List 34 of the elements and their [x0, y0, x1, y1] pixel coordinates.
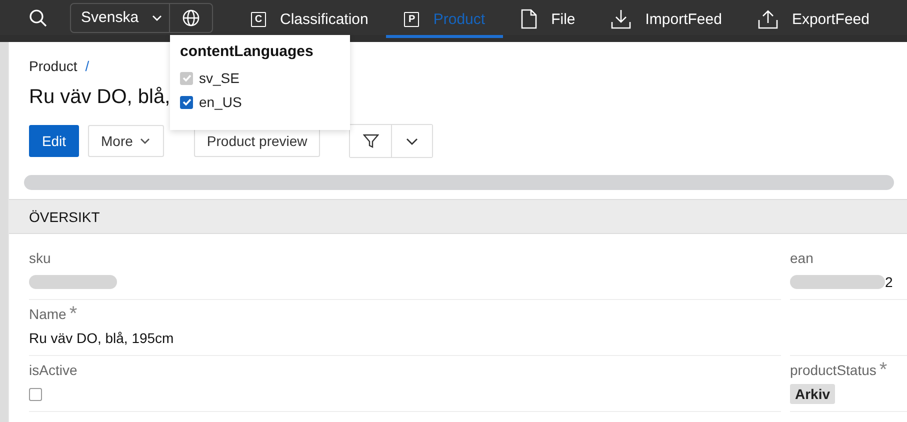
upload-icon [758, 9, 778, 29]
edit-button[interactable]: Edit [29, 125, 79, 157]
language-select[interactable]: Svenska [71, 4, 170, 32]
nav-tab[interactable]: File [503, 3, 594, 38]
more-button[interactable]: More [88, 125, 164, 157]
field-label: sku [29, 250, 51, 266]
checkbox[interactable] [180, 96, 193, 108]
field-value: Ru väv DO, blå, 195cm [29, 330, 174, 346]
required-mark: * [879, 362, 888, 378]
field-label: ean [790, 250, 814, 266]
page-title: Ru väv DO, blå, [29, 86, 170, 109]
field-label: productStatus [790, 362, 876, 378]
globe-icon [182, 8, 200, 26]
field-value: 2 [885, 274, 893, 290]
filter-icon [362, 133, 379, 149]
required-mark: * [69, 306, 78, 322]
nav-tab[interactable]: ImportFeed [593, 3, 740, 38]
download-icon [611, 9, 632, 29]
nav-tab[interactable]: ExportFeed [740, 3, 888, 38]
field-label: Name [29, 306, 66, 322]
letter-icon: P [404, 12, 420, 26]
section-title: ÖVERSIKT [29, 208, 100, 224]
language-option[interactable]: en_US [199, 94, 242, 110]
field-label: isActive [29, 362, 78, 378]
search-icon [29, 8, 47, 26]
popover-title: contentLanguages [180, 43, 314, 60]
letter-icon: C [251, 12, 266, 26]
nav-tab[interactable]: C Classification [233, 3, 386, 38]
breadcrumb-separator: / [85, 58, 90, 74]
status-tag: Arkiv [790, 384, 836, 404]
nav-tab[interactable]: P Product [386, 3, 504, 38]
breadcrumb-link[interactable]: Product [29, 58, 78, 74]
checkbox[interactable] [29, 388, 42, 400]
file-icon [521, 9, 538, 29]
